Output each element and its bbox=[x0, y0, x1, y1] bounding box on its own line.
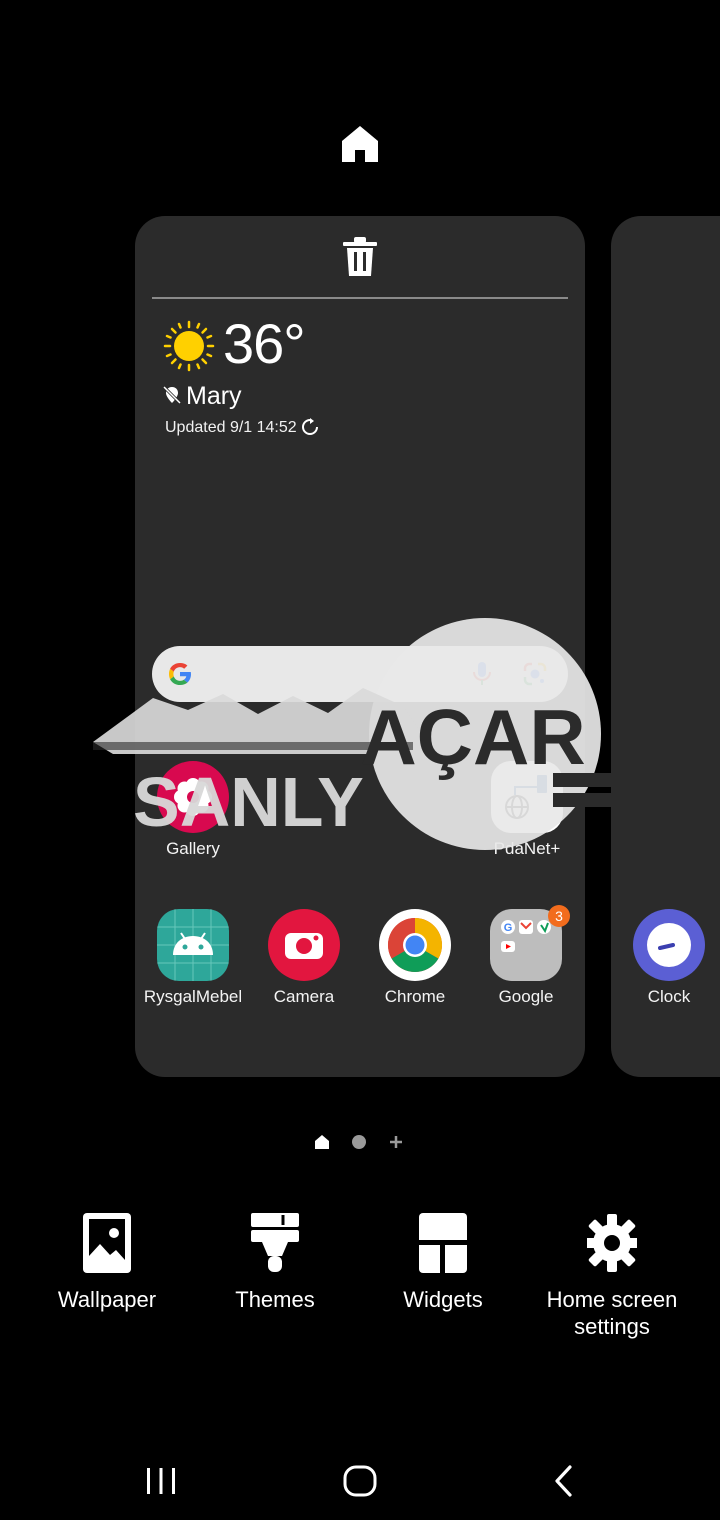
add-page-icon bbox=[390, 1136, 402, 1148]
location-off-icon bbox=[163, 386, 181, 404]
app-label: PdaNet+ bbox=[493, 839, 561, 858]
home-page-indicator bbox=[315, 1135, 329, 1149]
wallpaper-label: Wallpaper bbox=[57, 1287, 157, 1312]
widgets-icon bbox=[419, 1213, 467, 1273]
widgets-label: Widgets bbox=[403, 1287, 483, 1312]
lens-icon[interactable] bbox=[522, 661, 548, 687]
nav-home-icon[interactable] bbox=[343, 1465, 377, 1497]
notification-badge: 3 bbox=[548, 905, 570, 927]
weather-updated-time: Updated 9/1 14:52 bbox=[165, 419, 297, 436]
page-dot bbox=[352, 1135, 366, 1149]
chrome-icon bbox=[379, 909, 451, 981]
app-label: Google bbox=[498, 987, 554, 1006]
home-screen-settings-label: Home screen settings bbox=[527, 1286, 697, 1340]
home-icon[interactable] bbox=[338, 122, 382, 166]
svg-text:G: G bbox=[504, 922, 513, 934]
refresh-icon[interactable] bbox=[301, 418, 319, 436]
mic-icon[interactable] bbox=[470, 660, 494, 688]
next-page-preview[interactable]: Clock bbox=[611, 216, 720, 1077]
clock-icon bbox=[633, 909, 705, 981]
android-icon bbox=[157, 909, 229, 981]
weather-temperature[interactable]: 36° bbox=[223, 314, 306, 374]
gear-icon bbox=[587, 1214, 637, 1272]
pdanet-icon bbox=[491, 761, 563, 833]
settings-label-line2: settings bbox=[574, 1314, 650, 1339]
google-search-bar[interactable] bbox=[152, 646, 568, 702]
recent-apps-icon[interactable] bbox=[144, 1466, 178, 1496]
google-logo-icon bbox=[169, 663, 191, 685]
trash-icon[interactable] bbox=[341, 236, 379, 278]
themes-label: Themes bbox=[235, 1287, 315, 1312]
app-label: Clock bbox=[647, 987, 691, 1006]
wallpaper-icon bbox=[83, 1213, 131, 1273]
settings-label-line1: Home screen bbox=[546, 1287, 678, 1312]
weather-location: Mary bbox=[186, 382, 242, 410]
card-divider bbox=[152, 297, 568, 299]
app-label: Gallery bbox=[166, 839, 220, 858]
back-icon[interactable] bbox=[552, 1465, 574, 1497]
sun-icon[interactable] bbox=[163, 320, 215, 372]
home-page-preview[interactable]: 36° Mary Updated 9/1 14:52 Gallery PdaNe… bbox=[135, 216, 585, 1077]
themes-icon bbox=[251, 1213, 299, 1272]
camera-icon bbox=[268, 909, 340, 981]
page-indicators[interactable] bbox=[310, 1132, 410, 1152]
gallery-icon bbox=[157, 761, 229, 833]
